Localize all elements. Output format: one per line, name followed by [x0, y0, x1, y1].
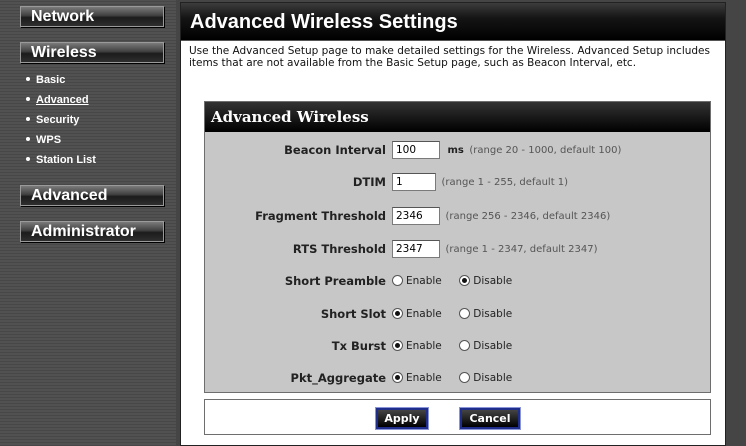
short-preamble-disable-radio[interactable]: Disable — [459, 268, 512, 294]
menu-administrator[interactable]: Administrator — [20, 221, 164, 242]
bullet-icon — [26, 137, 30, 142]
radio-icon — [392, 307, 403, 319]
dtim-hint: (range 1 - 255, default 1) — [441, 177, 569, 188]
tx-burst-enable-radio[interactable]: Enable — [392, 333, 442, 359]
short-slot-enable-radio[interactable]: Enable — [392, 301, 442, 327]
row-pkt-aggregate: Pkt_Aggregate Enable Disable — [210, 365, 707, 391]
rts-threshold-label: RTS Threshold — [292, 242, 386, 256]
row-beacon-interval: Beacon Interval ms (range 20 - 1000, def… — [210, 137, 707, 163]
row-fragment-threshold: Fragment Threshold (range 256 - 2346, de… — [210, 203, 707, 229]
beacon-interval-label: Beacon Interval — [284, 143, 386, 157]
sidebar: Network Wireless Basic Advanced Security… — [0, 0, 176, 446]
row-rts-threshold: RTS Threshold (range 1 - 2347, default 2… — [210, 236, 707, 262]
short-slot-disable-radio[interactable]: Disable — [459, 301, 512, 327]
radio-icon — [392, 371, 403, 383]
button-bar: Apply Cancel — [204, 399, 711, 435]
radio-icon — [459, 371, 471, 383]
page-description: Use the Advanced Setup page to make deta… — [189, 45, 710, 69]
submenu-item-station-list[interactable]: Station List — [26, 150, 96, 170]
bullet-icon — [26, 117, 30, 122]
menu-network[interactable]: Network — [20, 6, 164, 27]
pkt-aggregate-enable-radio[interactable]: Enable — [392, 365, 442, 391]
bullet-icon — [26, 77, 30, 82]
short-preamble-enable-radio[interactable]: Enable — [392, 268, 442, 294]
radio-icon — [459, 274, 471, 286]
menu-wireless[interactable]: Wireless — [20, 42, 164, 63]
fragment-threshold-label: Fragment Threshold — [255, 209, 386, 223]
beacon-interval-unit: ms — [447, 145, 464, 156]
pkt-aggregate-label: Pkt_Aggregate — [290, 371, 386, 385]
dtim-input[interactable] — [392, 173, 436, 191]
tx-burst-label: Tx Burst — [331, 339, 386, 353]
radio-icon — [459, 339, 471, 351]
advanced-wireless-panel: Advanced Wireless Beacon Interval ms (ra… — [204, 101, 711, 393]
bullet-icon — [26, 97, 30, 102]
main-content: Advanced Wireless Settings Use the Advan… — [180, 2, 726, 446]
rts-threshold-input[interactable] — [392, 240, 440, 258]
row-short-preamble: Short Preamble Enable Disable — [210, 268, 707, 294]
submenu-item-security[interactable]: Security — [26, 110, 96, 130]
radio-icon — [392, 274, 403, 286]
panel-title: Advanced Wireless — [205, 102, 710, 132]
short-slot-label: Short Slot — [320, 307, 386, 321]
beacon-interval-hint: (range 20 - 1000, default 100) — [469, 145, 622, 156]
fragment-threshold-input[interactable] — [392, 207, 440, 225]
short-preamble-label: Short Preamble — [284, 274, 386, 288]
fragment-threshold-hint: (range 256 - 2346, default 2346) — [445, 211, 611, 222]
tx-burst-disable-radio[interactable]: Disable — [459, 333, 512, 359]
row-short-slot: Short Slot Enable Disable — [210, 301, 707, 327]
apply-button[interactable]: Apply — [375, 407, 429, 430]
row-tx-burst: Tx Burst Enable Disable — [210, 333, 707, 359]
bullet-icon — [26, 157, 30, 162]
submenu-item-advanced[interactable]: Advanced — [26, 90, 96, 110]
submenu-item-wps[interactable]: WPS — [26, 130, 96, 150]
beacon-interval-input[interactable] — [392, 141, 440, 159]
radio-icon — [459, 307, 471, 319]
submenu-item-basic[interactable]: Basic — [26, 70, 96, 90]
pkt-aggregate-disable-radio[interactable]: Disable — [459, 365, 512, 391]
menu-advanced[interactable]: Advanced — [20, 185, 164, 206]
wireless-submenu: Basic Advanced Security WPS Station List — [26, 70, 96, 170]
page-title: Advanced Wireless Settings — [181, 3, 725, 41]
row-dtim: DTIM (range 1 - 255, default 1) — [210, 169, 707, 195]
cancel-button[interactable]: Cancel — [459, 407, 521, 430]
dtim-label: DTIM — [352, 175, 386, 189]
radio-icon — [392, 339, 403, 351]
rts-threshold-hint: (range 1 - 2347, default 2347) — [445, 244, 598, 255]
